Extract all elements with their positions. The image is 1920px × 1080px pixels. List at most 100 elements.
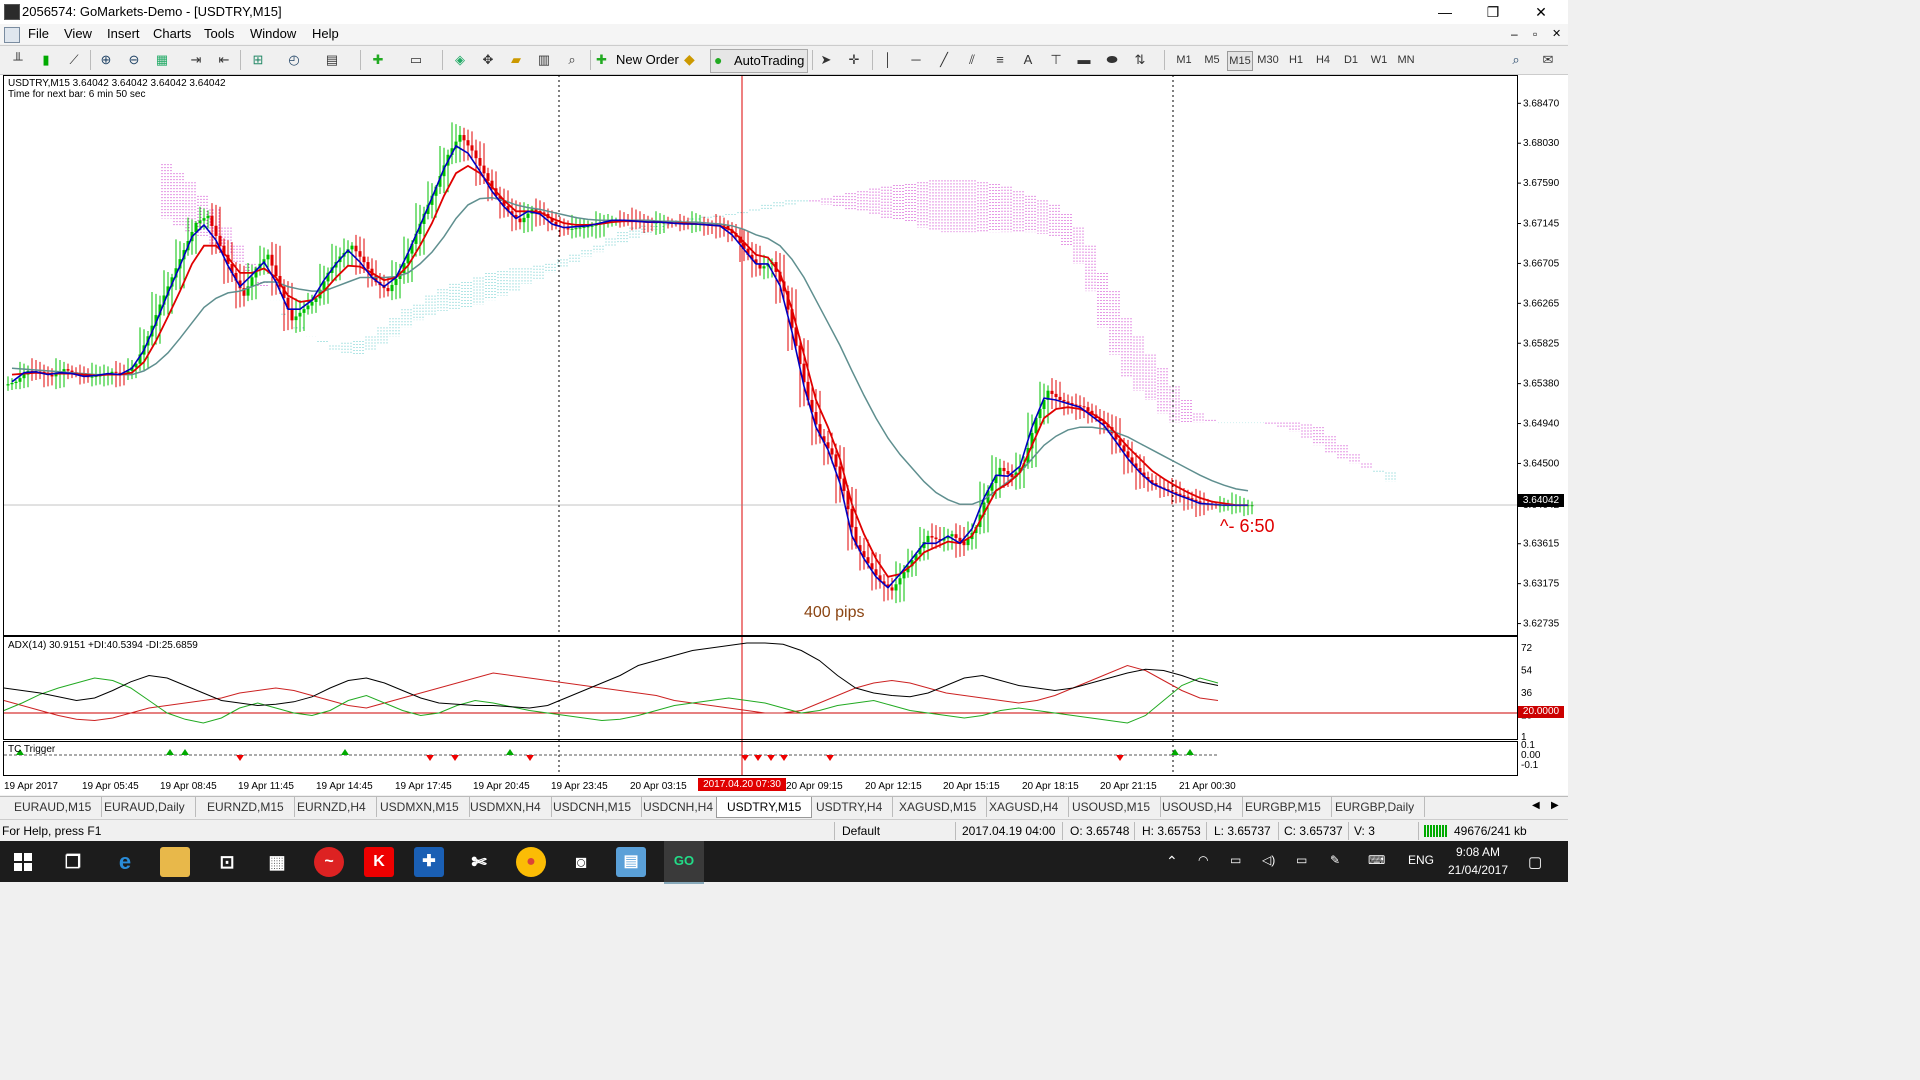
tab-eurnzd-m15[interactable]: EURNZD,M15 bbox=[197, 797, 295, 817]
strategy-tester-icon[interactable]: ⌕ bbox=[562, 50, 582, 70]
chrome-icon[interactable]: ● bbox=[516, 847, 546, 877]
tab-scroll-right[interactable]: ▶ bbox=[1551, 800, 1559, 811]
tab-eurgbp-daily[interactable]: EURGBP,Daily bbox=[1325, 797, 1426, 817]
tab-usdmxn-m15[interactable]: USDMXN,M15 bbox=[370, 797, 470, 817]
market-watch-icon[interactable]: ◈ bbox=[450, 50, 470, 70]
zoom-out-icon[interactable]: ⊖ bbox=[124, 50, 144, 70]
templates-icon[interactable]: ▤ bbox=[322, 50, 342, 70]
arrows-icon[interactable]: ⇅ bbox=[1130, 50, 1150, 70]
menu-charts[interactable]: Charts bbox=[153, 26, 191, 41]
new-order-button[interactable]: ✚ New Order ◆ bbox=[594, 49, 706, 71]
rectangle-icon[interactable]: ▬ bbox=[1074, 50, 1094, 70]
candlestick-icon[interactable]: ▮ bbox=[36, 50, 56, 70]
vertical-line-icon[interactable]: │ bbox=[878, 50, 898, 70]
tab-usousd-h4[interactable]: USOUSD,H4 bbox=[1152, 797, 1244, 817]
periods-icon[interactable]: ◴ bbox=[284, 50, 304, 70]
bar-chart-icon[interactable]: ╨ bbox=[8, 50, 28, 70]
app-red-icon[interactable]: ~ bbox=[314, 847, 344, 877]
chart-canvas[interactable]: 3.68470 3.68030 3.67590 3.67145 3.66705 3.662… bbox=[0, 75, 1568, 795]
tab-eurgbp-m15[interactable]: EURGBP,M15 bbox=[1235, 797, 1332, 817]
line-chart-icon[interactable]: ⟋ bbox=[64, 50, 84, 70]
keyboard-icon[interactable]: ⌨ bbox=[1368, 853, 1385, 867]
tf-h4[interactable]: H4 bbox=[1311, 51, 1335, 69]
store-icon[interactable]: ⊡ bbox=[212, 847, 242, 877]
profiles-icon[interactable]: ▭ bbox=[406, 50, 426, 70]
auto-scroll-icon[interactable]: ⇥ bbox=[186, 50, 206, 70]
inner-minimize-button[interactable]: – bbox=[1511, 27, 1518, 41]
menu-insert[interactable]: Insert bbox=[107, 26, 140, 41]
battery-icon[interactable]: ▭ bbox=[1296, 853, 1307, 867]
crosshair-icon[interactable]: ✛ bbox=[844, 50, 864, 70]
notifications-icon[interactable]: ▢ bbox=[1528, 853, 1542, 871]
tab-usdtry-m15[interactable]: USDTRY,M15 bbox=[716, 797, 813, 818]
tab-euraud-m15[interactable]: EURAUD,M15 bbox=[4, 797, 103, 817]
navigator-icon[interactable]: ✥ bbox=[478, 50, 498, 70]
inner-close-button[interactable]: ✕ bbox=[1552, 27, 1561, 40]
tab-xagusd-m15[interactable]: XAGUSD,M15 bbox=[889, 797, 988, 817]
tab-euraud-daily[interactable]: EURAUD,Daily bbox=[94, 797, 196, 817]
tray-chevron-icon[interactable]: ⌃ bbox=[1166, 853, 1178, 870]
data-window-icon[interactable]: ▥ bbox=[534, 50, 554, 70]
camera-icon[interactable]: ◙ bbox=[566, 847, 596, 877]
horizontal-line-icon[interactable]: ─ bbox=[906, 50, 926, 70]
wifi-icon[interactable]: ◠ bbox=[1198, 853, 1208, 867]
task-view-icon[interactable]: ❐ bbox=[58, 847, 88, 877]
search-icon[interactable]: ⌕ bbox=[1506, 50, 1526, 70]
channel-icon[interactable]: ⫽ bbox=[962, 50, 982, 70]
tf-m1[interactable]: M1 bbox=[1172, 51, 1196, 69]
new-chart-icon[interactable]: ✚ bbox=[368, 50, 388, 70]
clock-date[interactable]: 21/04/2017 bbox=[1442, 863, 1514, 877]
chat-icon[interactable]: ✉ bbox=[1538, 50, 1558, 70]
fibonacci-icon[interactable]: ≡ bbox=[990, 50, 1010, 70]
tab-xagusd-h4[interactable]: XAGUSD,H4 bbox=[979, 797, 1070, 817]
profile-name[interactable]: Default bbox=[842, 824, 880, 838]
autotrading-button[interactable]: ● AutoTrading bbox=[710, 49, 808, 73]
text-tool-icon[interactable]: A bbox=[1018, 50, 1038, 70]
chart-window-icon[interactable] bbox=[4, 27, 20, 43]
text-label-icon[interactable]: ⊤ bbox=[1046, 50, 1066, 70]
app-window-icon[interactable]: ▤ bbox=[616, 847, 646, 877]
edge-icon[interactable]: e bbox=[110, 847, 140, 877]
metatrader-task[interactable]: GO bbox=[664, 841, 704, 884]
trendline-icon[interactable]: ╱ bbox=[934, 50, 954, 70]
tf-m15[interactable]: M15 bbox=[1227, 51, 1253, 71]
terminal-folder-icon[interactable]: ▰ bbox=[506, 50, 526, 70]
tf-m30[interactable]: M30 bbox=[1256, 51, 1280, 69]
close-button[interactable]: ✕ bbox=[1518, 0, 1564, 24]
connection-status-icon[interactable] bbox=[1424, 825, 1448, 837]
menu-help[interactable]: Help bbox=[312, 26, 339, 41]
network-icon[interactable]: ▭ bbox=[1230, 853, 1241, 867]
volume-icon[interactable]: ◁) bbox=[1262, 853, 1275, 867]
calculator-icon[interactable]: ▦ bbox=[262, 847, 292, 877]
tile-windows-icon[interactable]: ▦ bbox=[152, 50, 172, 70]
chart-window[interactable]: 3.68470 3.68030 3.67590 3.67145 3.66705 3.662… bbox=[0, 75, 1568, 795]
shield-icon[interactable]: ✚ bbox=[414, 847, 444, 877]
start-icon[interactable] bbox=[14, 853, 32, 871]
tf-d1[interactable]: D1 bbox=[1339, 51, 1363, 69]
clock-time[interactable]: 9:08 AM bbox=[1446, 845, 1510, 859]
restore-button[interactable]: ❐ bbox=[1470, 0, 1516, 24]
tab-eurnzd-h4[interactable]: EURNZD,H4 bbox=[287, 797, 377, 817]
minimize-button[interactable]: — bbox=[1422, 0, 1468, 24]
menu-file[interactable]: File bbox=[28, 26, 49, 41]
menu-tools[interactable]: Tools bbox=[204, 26, 234, 41]
language-indicator[interactable]: ENG bbox=[1408, 853, 1434, 867]
menu-view[interactable]: View bbox=[64, 26, 92, 41]
menu-window[interactable]: Window bbox=[250, 26, 296, 41]
tf-m5[interactable]: M5 bbox=[1200, 51, 1224, 69]
inner-restore-button[interactable]: ▫ bbox=[1533, 27, 1537, 41]
tab-usdcnh-m15[interactable]: USDCNH,M15 bbox=[543, 797, 643, 817]
cursor-icon[interactable]: ➤ bbox=[816, 50, 836, 70]
chart-shift-icon[interactable]: ⇤ bbox=[214, 50, 234, 70]
app-k-icon[interactable]: K bbox=[364, 847, 394, 877]
tf-w1[interactable]: W1 bbox=[1367, 51, 1391, 69]
indicators-icon[interactable]: ⊞ bbox=[248, 50, 268, 70]
tab-usousd-m15[interactable]: USOUSD,M15 bbox=[1062, 797, 1162, 817]
zoom-in-icon[interactable]: ⊕ bbox=[96, 50, 116, 70]
pen-icon[interactable]: ✎ bbox=[1330, 853, 1340, 867]
file-explorer-icon[interactable] bbox=[160, 847, 190, 877]
tab-usdcnh-h4[interactable]: USDCNH,H4 bbox=[633, 797, 725, 817]
tf-mn[interactable]: MN bbox=[1394, 51, 1418, 69]
tab-usdtry-h4[interactable]: USDTRY,H4 bbox=[806, 797, 894, 817]
tab-scroll-left[interactable]: ◀ bbox=[1532, 800, 1540, 811]
